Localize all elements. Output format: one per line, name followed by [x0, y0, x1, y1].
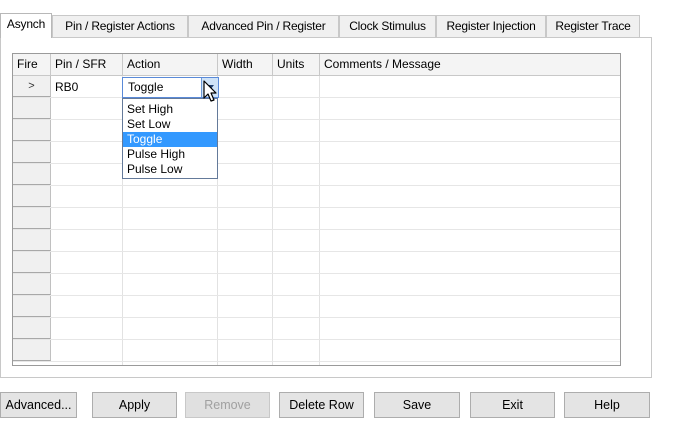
tab-strip: Asynch Pin / Register Actions Advanced P…: [0, 13, 674, 38]
delete-row-button[interactable]: Delete Row: [279, 392, 364, 418]
row-divider: [13, 229, 620, 230]
pin-sfr-cell[interactable]: RB0: [51, 77, 123, 98]
row-divider: [13, 119, 620, 120]
row-divider: [13, 361, 620, 362]
row-fire-button[interactable]: [13, 120, 51, 141]
tab-pin-register-actions[interactable]: Pin / Register Actions: [52, 15, 188, 37]
stimulus-grid[interactable]: Fire Pin / SFR Action Width Units Commen…: [12, 53, 621, 366]
option-toggle[interactable]: Toggle: [123, 132, 217, 147]
column-header-comments[interactable]: Comments / Message: [320, 54, 620, 76]
apply-button[interactable]: Apply: [92, 392, 177, 418]
row-fire-button[interactable]: [13, 164, 51, 185]
save-button[interactable]: Save: [374, 392, 460, 418]
column-header-action[interactable]: Action: [123, 54, 218, 76]
column-header-units[interactable]: Units: [273, 54, 320, 76]
advanced-button[interactable]: Advanced...: [0, 392, 77, 418]
row-divider: [13, 141, 620, 142]
column-header-pin-sfr[interactable]: Pin / SFR: [51, 54, 123, 76]
row-fire-button[interactable]: [13, 208, 51, 229]
row-divider: [13, 295, 620, 296]
help-button[interactable]: Help: [564, 392, 650, 418]
tab-clock-stimulus[interactable]: Clock Stimulus: [339, 15, 436, 37]
row-fire-button[interactable]: >: [13, 76, 51, 97]
column-header-width[interactable]: Width: [218, 54, 273, 76]
tab-advanced-pin-register[interactable]: Advanced Pin / Register: [188, 15, 339, 37]
row-divider: [13, 163, 620, 164]
row-fire-button[interactable]: [13, 318, 51, 339]
row-divider: [13, 339, 620, 340]
column-header-fire[interactable]: Fire: [13, 54, 51, 76]
row-fire-button[interactable]: [13, 142, 51, 163]
exit-button[interactable]: Exit: [470, 392, 555, 418]
row-fire-button[interactable]: [13, 340, 51, 361]
remove-button: Remove: [185, 392, 270, 418]
mouse-cursor-icon: [203, 80, 217, 102]
option-set-high[interactable]: Set High: [123, 102, 217, 117]
option-pulse-low[interactable]: Pulse Low: [123, 162, 217, 177]
row-divider: [13, 207, 620, 208]
row-divider: [13, 273, 620, 274]
row-divider: [13, 317, 620, 318]
tab-register-injection[interactable]: Register Injection: [436, 15, 546, 37]
option-pulse-high[interactable]: Pulse High: [123, 147, 217, 162]
action-dropdown-list[interactable]: Set High Set Low Toggle Pulse High Pulse…: [122, 98, 218, 179]
tab-register-trace[interactable]: Register Trace: [546, 15, 640, 37]
action-combobox-value: Toggle: [128, 80, 164, 94]
row-fire-button[interactable]: [13, 274, 51, 295]
tab-asynch[interactable]: Asynch: [0, 13, 52, 38]
row-fire-button[interactable]: [13, 98, 51, 119]
row-fire-button[interactable]: [13, 296, 51, 317]
option-set-low[interactable]: Set Low: [123, 117, 217, 132]
row-fire-button[interactable]: [13, 186, 51, 207]
row-fire-button[interactable]: [13, 252, 51, 273]
row-divider: [13, 185, 620, 186]
row-fire-button[interactable]: [13, 230, 51, 251]
row-divider: [13, 251, 620, 252]
